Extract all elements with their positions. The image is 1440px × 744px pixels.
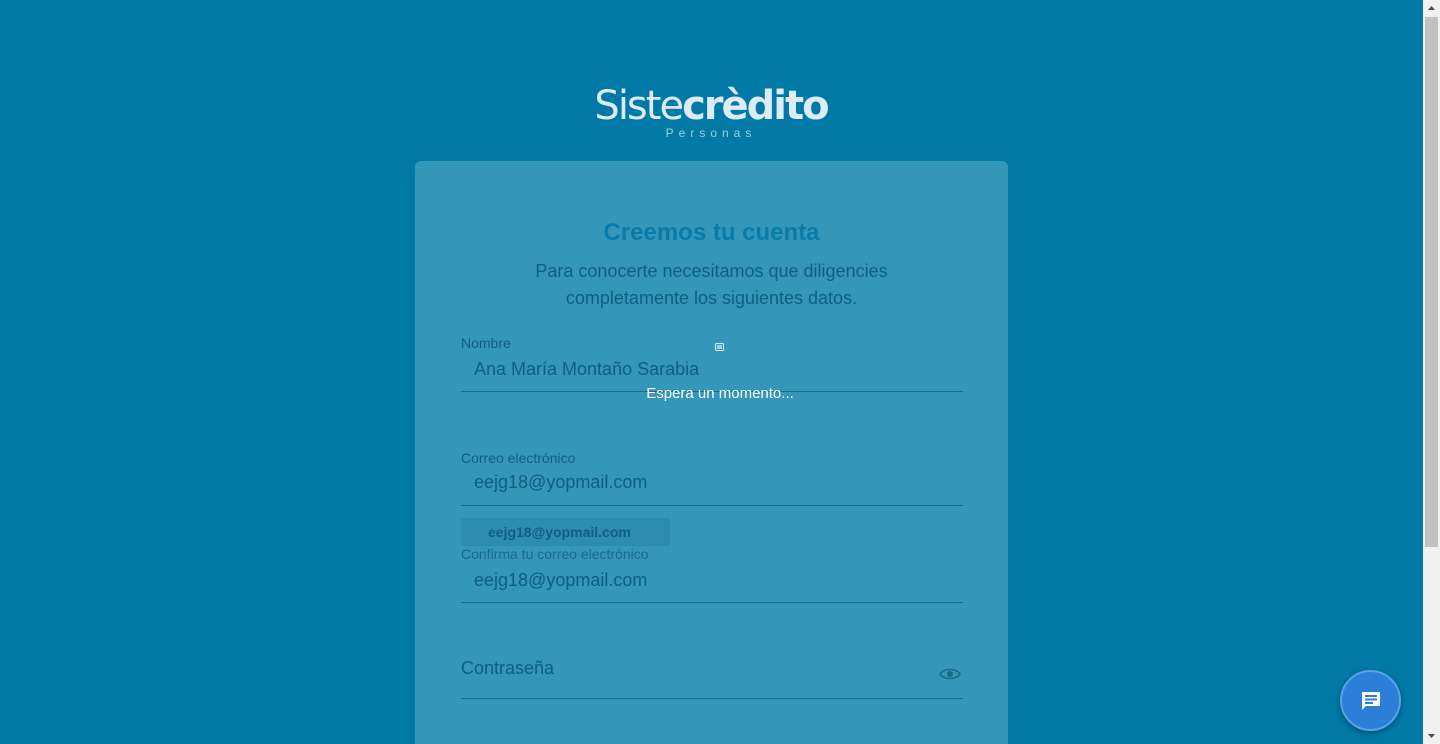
page-title: Creemos tu cuenta: [603, 219, 820, 246]
sistecredito-logo: Sistecrèdito Personas: [594, 83, 829, 148]
page: Sistecrèdito Personas Creemos tu cuenta …: [0, 0, 1423, 744]
logo-wordmark: Sistecrèdito: [594, 83, 829, 129]
confirm-email-underline: [461, 602, 963, 603]
signup-card: Creemos tu cuenta Para conocerte necesit…: [415, 161, 1008, 744]
scroll-up-arrow-icon[interactable]: [1423, 0, 1440, 17]
email-input[interactable]: eejg18@yopmail.com: [474, 472, 647, 493]
email-field[interactable]: Correo electrónico eejg18@yopmail.com: [461, 450, 963, 506]
chat-button[interactable]: [1340, 670, 1401, 731]
confirm-email-label: Confirma tu correo electrónico: [461, 546, 649, 562]
loading-icon: [715, 343, 724, 351]
email-label: Correo electrónico: [461, 450, 576, 466]
email-autocomplete-suggestion[interactable]: eejg18@yopmail.com: [461, 518, 670, 546]
loading-message: Espera un momento...: [646, 385, 794, 402]
page-subtitle: Para conocerte necesitamos que diligenci…: [535, 261, 888, 308]
password-input[interactable]: Contraseña: [461, 658, 554, 679]
eye-icon[interactable]: [939, 667, 961, 681]
name-field[interactable]: Nombre Ana María Montaño Sarabia: [461, 335, 963, 392]
chat-bubble-icon: [1362, 692, 1380, 710]
scrollbar-thumb[interactable]: [1425, 17, 1438, 547]
name-input[interactable]: Ana María Montaño Sarabia: [474, 359, 699, 380]
name-label: Nombre: [461, 335, 511, 351]
vertical-scrollbar[interactable]: [1423, 0, 1440, 744]
confirm-email-field[interactable]: Confirma tu correo electrónico eejg18@yo…: [461, 546, 963, 603]
autocomplete-text: eejg18@yopmail.com: [488, 524, 631, 540]
email-underline: [461, 505, 963, 506]
scroll-down-arrow-icon[interactable]: [1423, 727, 1440, 744]
password-field[interactable]: Contraseña: [461, 656, 963, 699]
password-underline: [461, 698, 963, 699]
confirm-email-input[interactable]: eejg18@yopmail.com: [474, 570, 647, 591]
